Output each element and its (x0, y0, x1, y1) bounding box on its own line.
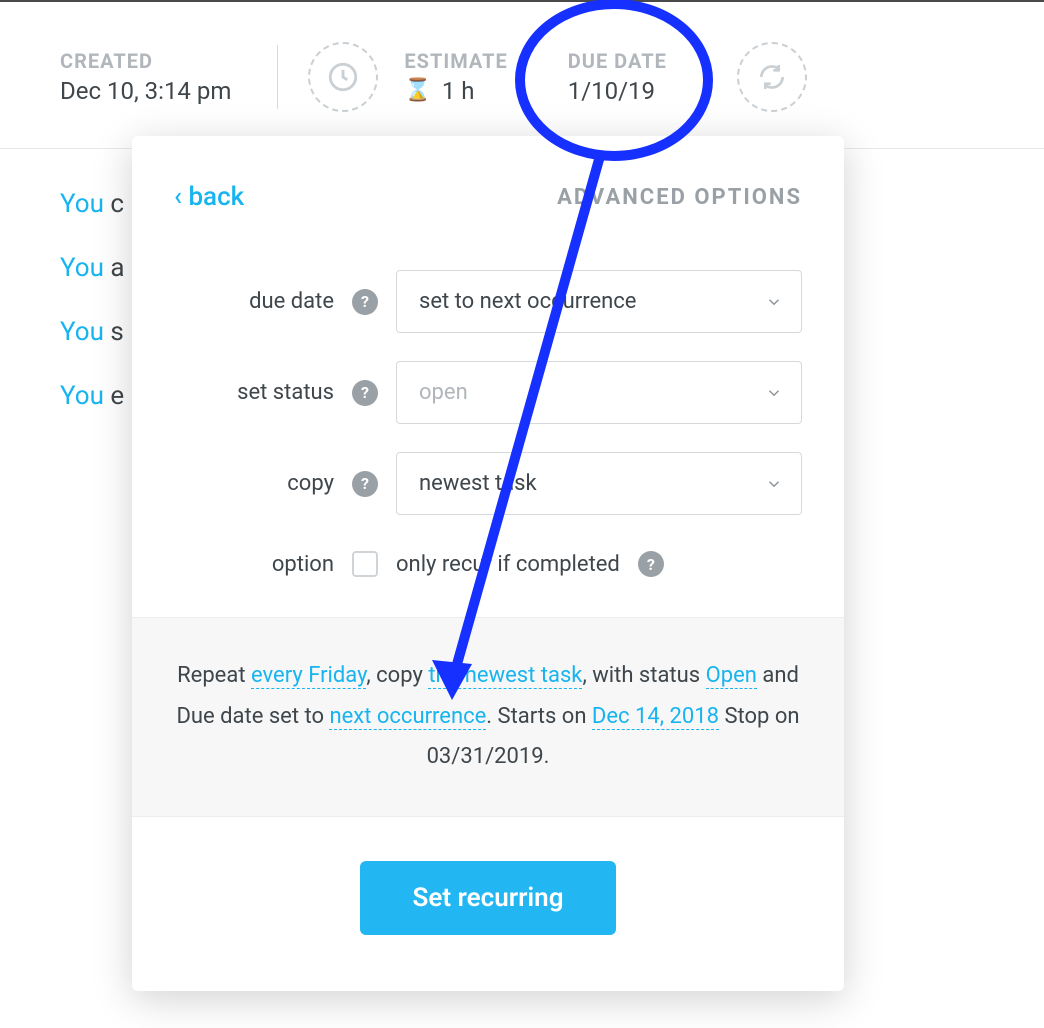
summary-start-link[interactable]: Dec 14, 2018 (592, 704, 719, 730)
advanced-options-form: due date ? set to next occurrence set st… (132, 222, 844, 617)
copy-select-value: newest task (419, 471, 537, 496)
help-icon[interactable]: ? (352, 289, 378, 315)
recur-icon[interactable] (737, 42, 807, 112)
help-icon[interactable]: ? (352, 380, 378, 406)
activity-actor: You (60, 317, 104, 347)
set-status-select-value: open (419, 380, 468, 405)
created-label: CREATED (60, 49, 231, 73)
panel-title: ADVANCED OPTIONS (557, 185, 802, 210)
activity-fragment: e (110, 381, 124, 411)
activity-fragment: s (110, 317, 123, 347)
recurrence-summary: Repeat every Friday, copy the newest tas… (132, 617, 844, 817)
chevron-down-icon (765, 475, 783, 493)
back-button[interactable]: ‹ back (174, 182, 244, 212)
summary-due-link[interactable]: next occurrence (329, 704, 486, 730)
help-icon[interactable]: ? (638, 551, 664, 577)
option-field-label: option (174, 552, 334, 577)
due-date-select[interactable]: set to next occurrence (396, 270, 802, 333)
set-recurring-button[interactable]: Set recurring (360, 861, 615, 935)
activity-fragment: a (110, 253, 124, 283)
chevron-down-icon (765, 293, 783, 311)
activity-actor: You (60, 253, 104, 283)
due-date-label: DUE DATE (568, 49, 667, 73)
set-status-select[interactable]: open (396, 361, 802, 424)
due-date-value: 1/10/19 (568, 77, 667, 105)
back-label: back (188, 182, 244, 212)
due-date-select-value: set to next occurrence (419, 289, 636, 314)
estimate-block: ESTIMATE ⌛ 1 h (404, 49, 507, 105)
summary-text: . Starts on (486, 704, 592, 729)
set-status-field-label: set status (174, 380, 334, 405)
summary-text: Repeat (177, 663, 251, 688)
summary-text: , copy (366, 663, 428, 688)
estimate-value: 1 h (442, 77, 475, 105)
activity-actor: You (60, 189, 104, 219)
clock-icon[interactable] (308, 42, 378, 112)
task-meta-bar: CREATED Dec 10, 3:14 pm ESTIMATE ⌛ 1 h D… (0, 0, 1044, 149)
due-date-field-label: due date (174, 289, 334, 314)
hourglass-icon: ⌛ (404, 80, 431, 102)
estimate-label: ESTIMATE (404, 49, 507, 73)
option-text: only recur if completed (396, 552, 620, 577)
created-value: Dec 10, 3:14 pm (60, 77, 231, 105)
divider (277, 45, 278, 109)
activity-actor: You (60, 381, 104, 411)
chevron-left-icon: ‹ (174, 182, 188, 212)
summary-status-link[interactable]: Open (706, 663, 757, 689)
summary-copy-link[interactable]: the newest task (428, 663, 582, 689)
help-icon[interactable]: ? (352, 471, 378, 497)
summary-text: , with status (582, 663, 705, 688)
copy-select[interactable]: newest task (396, 452, 802, 515)
created-block: CREATED Dec 10, 3:14 pm (60, 49, 231, 105)
activity-fragment: c (110, 189, 124, 219)
summary-frequency-link[interactable]: every Friday (251, 663, 366, 689)
recurring-advanced-panel: ‹ back ADVANCED OPTIONS due date ? set t… (132, 136, 844, 991)
only-recur-if-completed-checkbox[interactable] (352, 551, 378, 577)
chevron-down-icon (765, 384, 783, 402)
copy-field-label: copy (174, 471, 334, 496)
due-date-block[interactable]: DUE DATE 1/10/19 (568, 49, 667, 105)
